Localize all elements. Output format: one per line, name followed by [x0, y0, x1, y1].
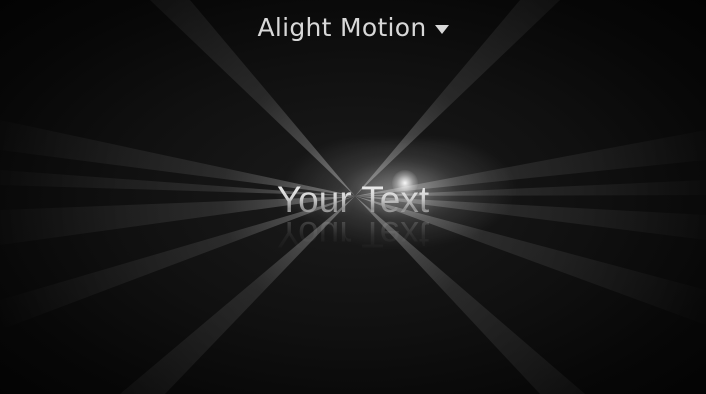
text-reflection: Your Text	[276, 214, 430, 255]
app-header[interactable]: Alight Motion	[0, 10, 706, 44]
video-preview-canvas: Alight Motion Your Text Your Text	[0, 0, 706, 394]
app-title[interactable]: Alight Motion	[257, 13, 426, 42]
chevron-down-icon[interactable]	[434, 24, 449, 34]
